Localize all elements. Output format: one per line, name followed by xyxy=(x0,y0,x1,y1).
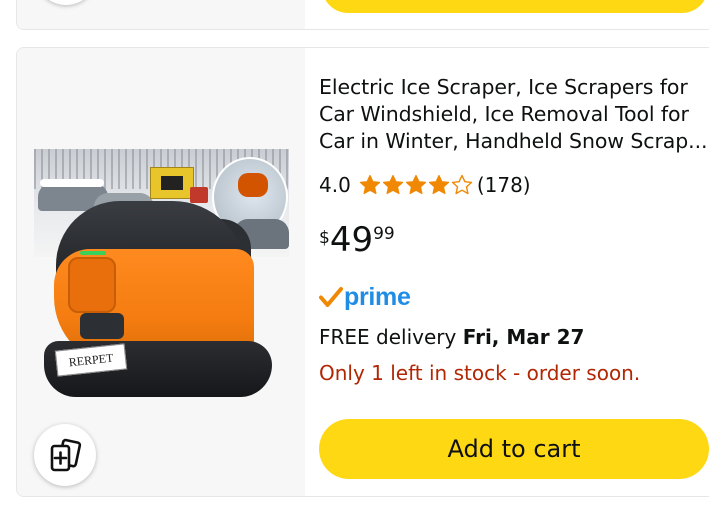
prime-label: prime xyxy=(344,282,411,311)
product-title-line: Car Windshield, Ice Removal Tool for xyxy=(319,102,689,126)
power-indicator-icon xyxy=(80,251,106,255)
review-count: (178) xyxy=(476,173,531,197)
prime-check-icon xyxy=(319,287,343,307)
star-icon xyxy=(428,174,449,195)
stock-message: Only 1 left in stock - order soon. xyxy=(319,361,641,385)
product-image[interactable]: RERPET xyxy=(34,149,289,399)
prime-badge: prime xyxy=(319,281,411,313)
product-box-image xyxy=(150,167,194,199)
product-title-line: Car in Winter, Handheld Snow Scrap... xyxy=(319,129,708,153)
previous-product-card xyxy=(16,0,709,30)
star-icon xyxy=(405,174,426,195)
delivery-date: Fri, Mar 27 xyxy=(462,325,585,349)
delivery-info: FREE delivery Fri, Mar 27 xyxy=(319,325,584,349)
star-icon xyxy=(382,174,403,195)
star-rating xyxy=(358,173,473,197)
product-title[interactable]: Electric Ice Scraper, Ice Scrapers for C… xyxy=(319,74,709,155)
add-to-compare-icon xyxy=(50,438,82,472)
price-currency: $ xyxy=(319,228,330,248)
gift-icon xyxy=(190,187,208,203)
product-info: Electric Ice Scraper, Ice Scrapers for C… xyxy=(319,48,709,496)
price-fraction: 99 xyxy=(373,224,395,244)
star-outline-icon xyxy=(451,174,473,195)
star-icon xyxy=(359,174,380,195)
product-title-line: Electric Ice Scraper, Ice Scrapers for xyxy=(319,75,688,99)
product-card[interactable]: RERPET Electric Ice Scraper, Ice Scraper… xyxy=(16,47,709,497)
glove-icon xyxy=(238,173,268,197)
power-button-icon xyxy=(80,313,124,339)
price: $ 49 99 xyxy=(319,218,395,268)
delivery-prefix: FREE delivery xyxy=(319,325,463,349)
previous-add-to-cart-button[interactable] xyxy=(322,0,708,13)
add-to-compare-button[interactable] xyxy=(34,424,96,486)
price-whole: 49 xyxy=(329,220,374,260)
product-image-panel[interactable]: RERPET xyxy=(17,48,305,496)
rating-value: 4.0 xyxy=(319,173,351,197)
add-to-cart-button[interactable]: Add to cart xyxy=(319,419,709,479)
rating-row[interactable]: 4.0 (178) xyxy=(319,172,531,198)
